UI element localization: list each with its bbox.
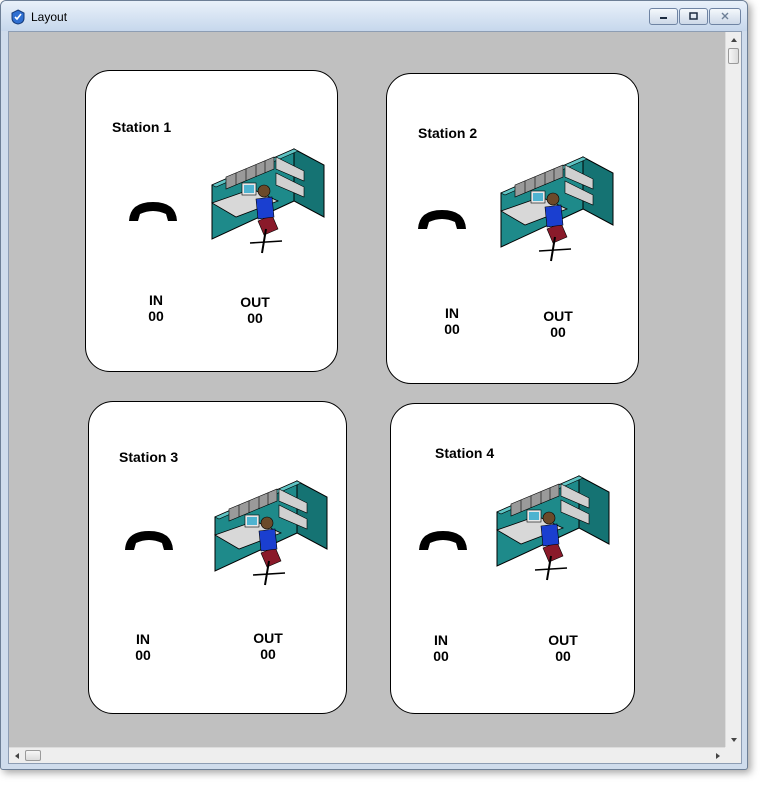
in-value: 00 [433, 648, 449, 664]
restore-icon [689, 12, 698, 20]
out-label: OUT [548, 632, 578, 648]
cubicle-workstation-icon [491, 470, 611, 586]
scroll-down-arrow-icon[interactable] [726, 732, 742, 748]
in-label: IN [434, 632, 448, 648]
out-label: OUT [543, 308, 573, 324]
close-button[interactable] [709, 8, 741, 25]
scroll-right-arrow-icon[interactable] [710, 748, 726, 764]
out-counter: OUT 00 [533, 308, 583, 340]
client-area: Station 1 IN 00 OUT 00 Station 2 IN 00 O… [8, 31, 742, 764]
in-counter: IN 00 [123, 631, 163, 663]
restore-button[interactable] [679, 8, 708, 25]
cubicle-workstation-icon [495, 151, 615, 267]
cubicle-workstation-icon [209, 475, 329, 591]
close-icon [721, 12, 729, 20]
horizontal-scroll-thumb[interactable] [25, 750, 41, 761]
in-value: 00 [148, 308, 164, 324]
out-value: 00 [550, 324, 566, 340]
minimize-icon [660, 17, 667, 19]
out-value: 00 [260, 646, 276, 662]
horizontal-scrollbar[interactable] [9, 747, 726, 763]
in-counter: IN 00 [421, 632, 461, 664]
vertical-scrollbar[interactable] [725, 32, 741, 748]
station-card-1[interactable]: Station 1 IN 00 OUT 00 [85, 70, 338, 372]
station-title: Station 3 [119, 449, 179, 465]
station-card-4[interactable]: Station 4 IN 00 OUT 00 [390, 403, 635, 714]
layout-window: Layout Station 1 IN 00 OUT 00 Station 2 … [0, 0, 748, 770]
cubicle-workstation-icon [206, 143, 326, 259]
window-title: Layout [31, 10, 68, 24]
vertical-scroll-thumb[interactable] [728, 48, 739, 64]
scroll-up-arrow-icon[interactable] [726, 32, 742, 48]
in-label: IN [136, 631, 150, 647]
phone-handset-icon [122, 528, 176, 554]
out-counter: OUT 00 [243, 630, 293, 662]
title-bar[interactable]: Layout [1, 1, 747, 31]
in-value: 00 [444, 321, 460, 337]
out-label: OUT [240, 294, 270, 310]
phone-handset-icon [126, 199, 180, 225]
layout-canvas: Station 1 IN 00 OUT 00 Station 2 IN 00 O… [9, 32, 726, 748]
out-counter: OUT 00 [230, 294, 280, 326]
phone-handset-icon [416, 528, 470, 554]
station-title: Station 1 [112, 119, 172, 135]
out-label: OUT [253, 630, 283, 646]
station-card-2[interactable]: Station 2 IN 00 OUT 00 [386, 73, 639, 384]
out-value: 00 [555, 648, 571, 664]
minimize-button[interactable] [649, 8, 678, 25]
in-counter: IN 00 [136, 292, 176, 324]
phone-handset-icon [415, 207, 469, 233]
scroll-corner [725, 747, 741, 763]
app-icon [11, 9, 25, 25]
in-counter: IN 00 [432, 305, 472, 337]
in-value: 00 [135, 647, 151, 663]
scroll-left-arrow-icon[interactable] [9, 748, 25, 764]
station-title: Station 2 [418, 125, 478, 141]
station-card-3[interactable]: Station 3 IN 00 OUT 00 [88, 401, 347, 714]
out-counter: OUT 00 [538, 632, 588, 664]
in-label: IN [149, 292, 163, 308]
in-label: IN [445, 305, 459, 321]
out-value: 00 [247, 310, 263, 326]
station-title: Station 4 [435, 445, 495, 461]
